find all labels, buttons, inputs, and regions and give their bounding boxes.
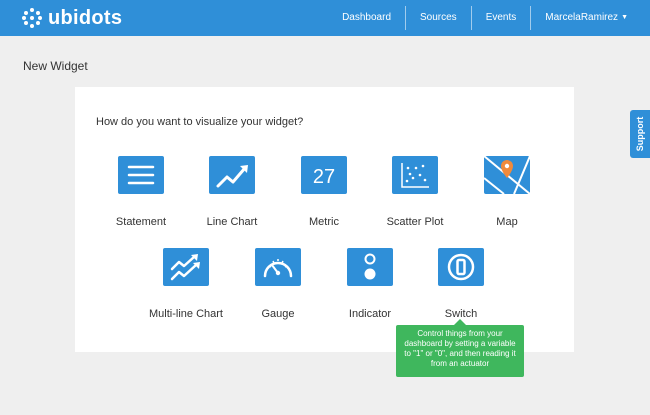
line-chart-icon xyxy=(209,156,255,194)
map-icon xyxy=(484,156,530,194)
switch-tooltip: Control things from your dashboard by se… xyxy=(396,319,524,377)
top-navbar: ubidots Dashboard Sources Events Marcela… xyxy=(0,0,650,36)
ubidots-logo[interactable]: ubidots xyxy=(22,7,122,29)
nav-sources[interactable]: Sources xyxy=(405,6,471,30)
metric-icon-number: 27 xyxy=(313,166,335,188)
widget-option-scatter-plot[interactable]: Scatter Plot xyxy=(370,156,460,228)
user-menu[interactable]: MarcelaRamirez ▼ xyxy=(530,6,650,30)
gauge-icon xyxy=(255,248,301,286)
widget-option-statement[interactable]: Statement xyxy=(96,156,186,228)
widget-option-indicator[interactable]: Indicator xyxy=(325,248,415,320)
page-title: New Widget xyxy=(23,59,88,73)
brand-name: ubidots xyxy=(48,7,123,29)
nav-events[interactable]: Events xyxy=(470,6,531,30)
multi-line-chart-icon xyxy=(163,248,209,286)
switch-icon xyxy=(438,248,484,286)
indicator-icon xyxy=(347,248,393,286)
widget-type-panel: How do you want to visualize your widget… xyxy=(75,87,574,352)
nav-links: Dashboard Sources Events MarcelaRamirez ▼ xyxy=(328,0,650,36)
statement-icon xyxy=(118,156,164,194)
widget-label: Map xyxy=(496,216,518,228)
support-label: Support xyxy=(635,116,645,152)
widget-option-gauge[interactable]: Gauge xyxy=(233,248,323,320)
dot-grid-logo-icon xyxy=(22,8,42,28)
widget-question: How do you want to visualize your widget… xyxy=(96,116,304,128)
widget-option-line-chart[interactable]: Line Chart xyxy=(187,156,277,228)
widget-option-map[interactable]: Map xyxy=(462,156,552,228)
widget-option-multi-line-chart[interactable]: Multi-line Chart xyxy=(141,248,231,320)
user-name: MarcelaRamirez xyxy=(545,12,619,23)
nav-dashboard[interactable]: Dashboard xyxy=(328,6,405,30)
metric-icon: 27 xyxy=(301,156,347,194)
caret-down-icon: ▼ xyxy=(621,14,628,21)
widget-option-metric[interactable]: 27 Metric xyxy=(279,156,369,228)
widget-option-switch[interactable]: Switch xyxy=(416,248,506,320)
support-tab[interactable]: Support xyxy=(630,110,650,158)
scatter-plot-icon xyxy=(392,156,438,194)
